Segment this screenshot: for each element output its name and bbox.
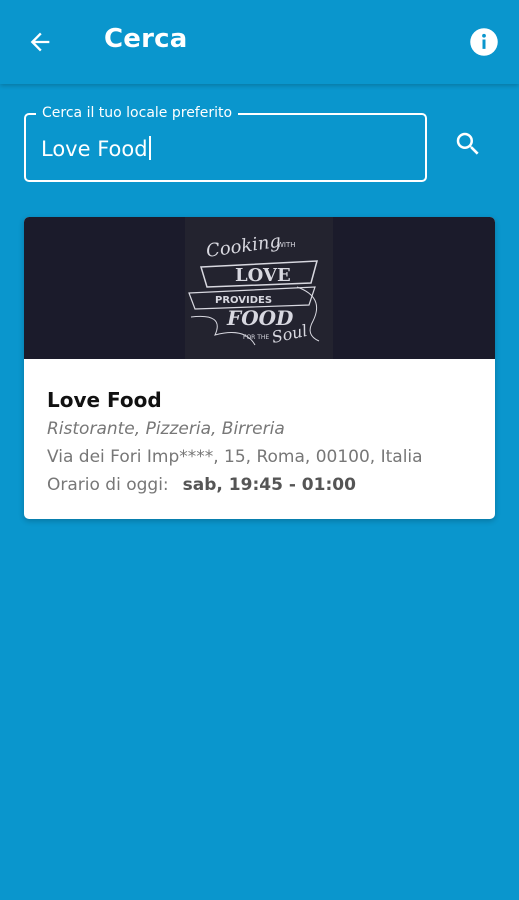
result-details: Love Food Ristorante, Pizzeria, Birreria… [47,387,477,497]
back-button[interactable] [18,22,62,62]
text-cursor [148,136,151,160]
hours-value: sab, 19:45 - 01:00 [182,475,356,495]
result-name: Love Food [47,388,162,412]
search-screen: Cerca Cerca il tuo locale preferito Love… [0,0,519,900]
search-icon [456,132,479,155]
search-input[interactable]: Cerca il tuo locale preferito Love Food [24,104,427,182]
svg-text:FOR THE: FOR THE [243,334,269,341]
svg-text:LOVE: LOVE [235,265,291,286]
arrow-left-icon [30,32,50,52]
page-title: Cerca [104,24,188,54]
result-card[interactable]: Cooking WITH LOVE PROVIDES FOOD FOR THE … [24,217,495,519]
result-category: Ristorante, Pizzeria, Birreria [47,419,285,439]
result-image: Cooking WITH LOVE PROVIDES FOOD FOR THE … [24,217,495,359]
search-input-value[interactable]: Love Food [41,135,151,163]
result-address: Via dei Fori Imp****, 15, Roma, 00100, I… [47,447,423,467]
svg-text:PROVIDES: PROVIDES [215,295,272,306]
info-button[interactable] [468,26,500,58]
hours-label: Orario di oggi: [47,475,169,495]
search-button[interactable] [448,124,488,164]
cooking-with-love-logo: Cooking WITH LOVE PROVIDES FOOD FOR THE … [185,217,333,359]
logo-artwork: Cooking WITH LOVE PROVIDES FOOD FOR THE … [188,231,320,347]
result-hours: Orario di oggi: sab, 19:45 - 01:00 [47,473,477,497]
svg-text:Cooking: Cooking [205,231,282,262]
app-bar: Cerca [0,0,519,84]
search-input-text: Love Food [41,137,148,161]
svg-text:WITH: WITH [277,241,296,249]
info-icon [470,28,498,56]
search-input-label: Cerca il tuo locale preferito [36,104,239,122]
